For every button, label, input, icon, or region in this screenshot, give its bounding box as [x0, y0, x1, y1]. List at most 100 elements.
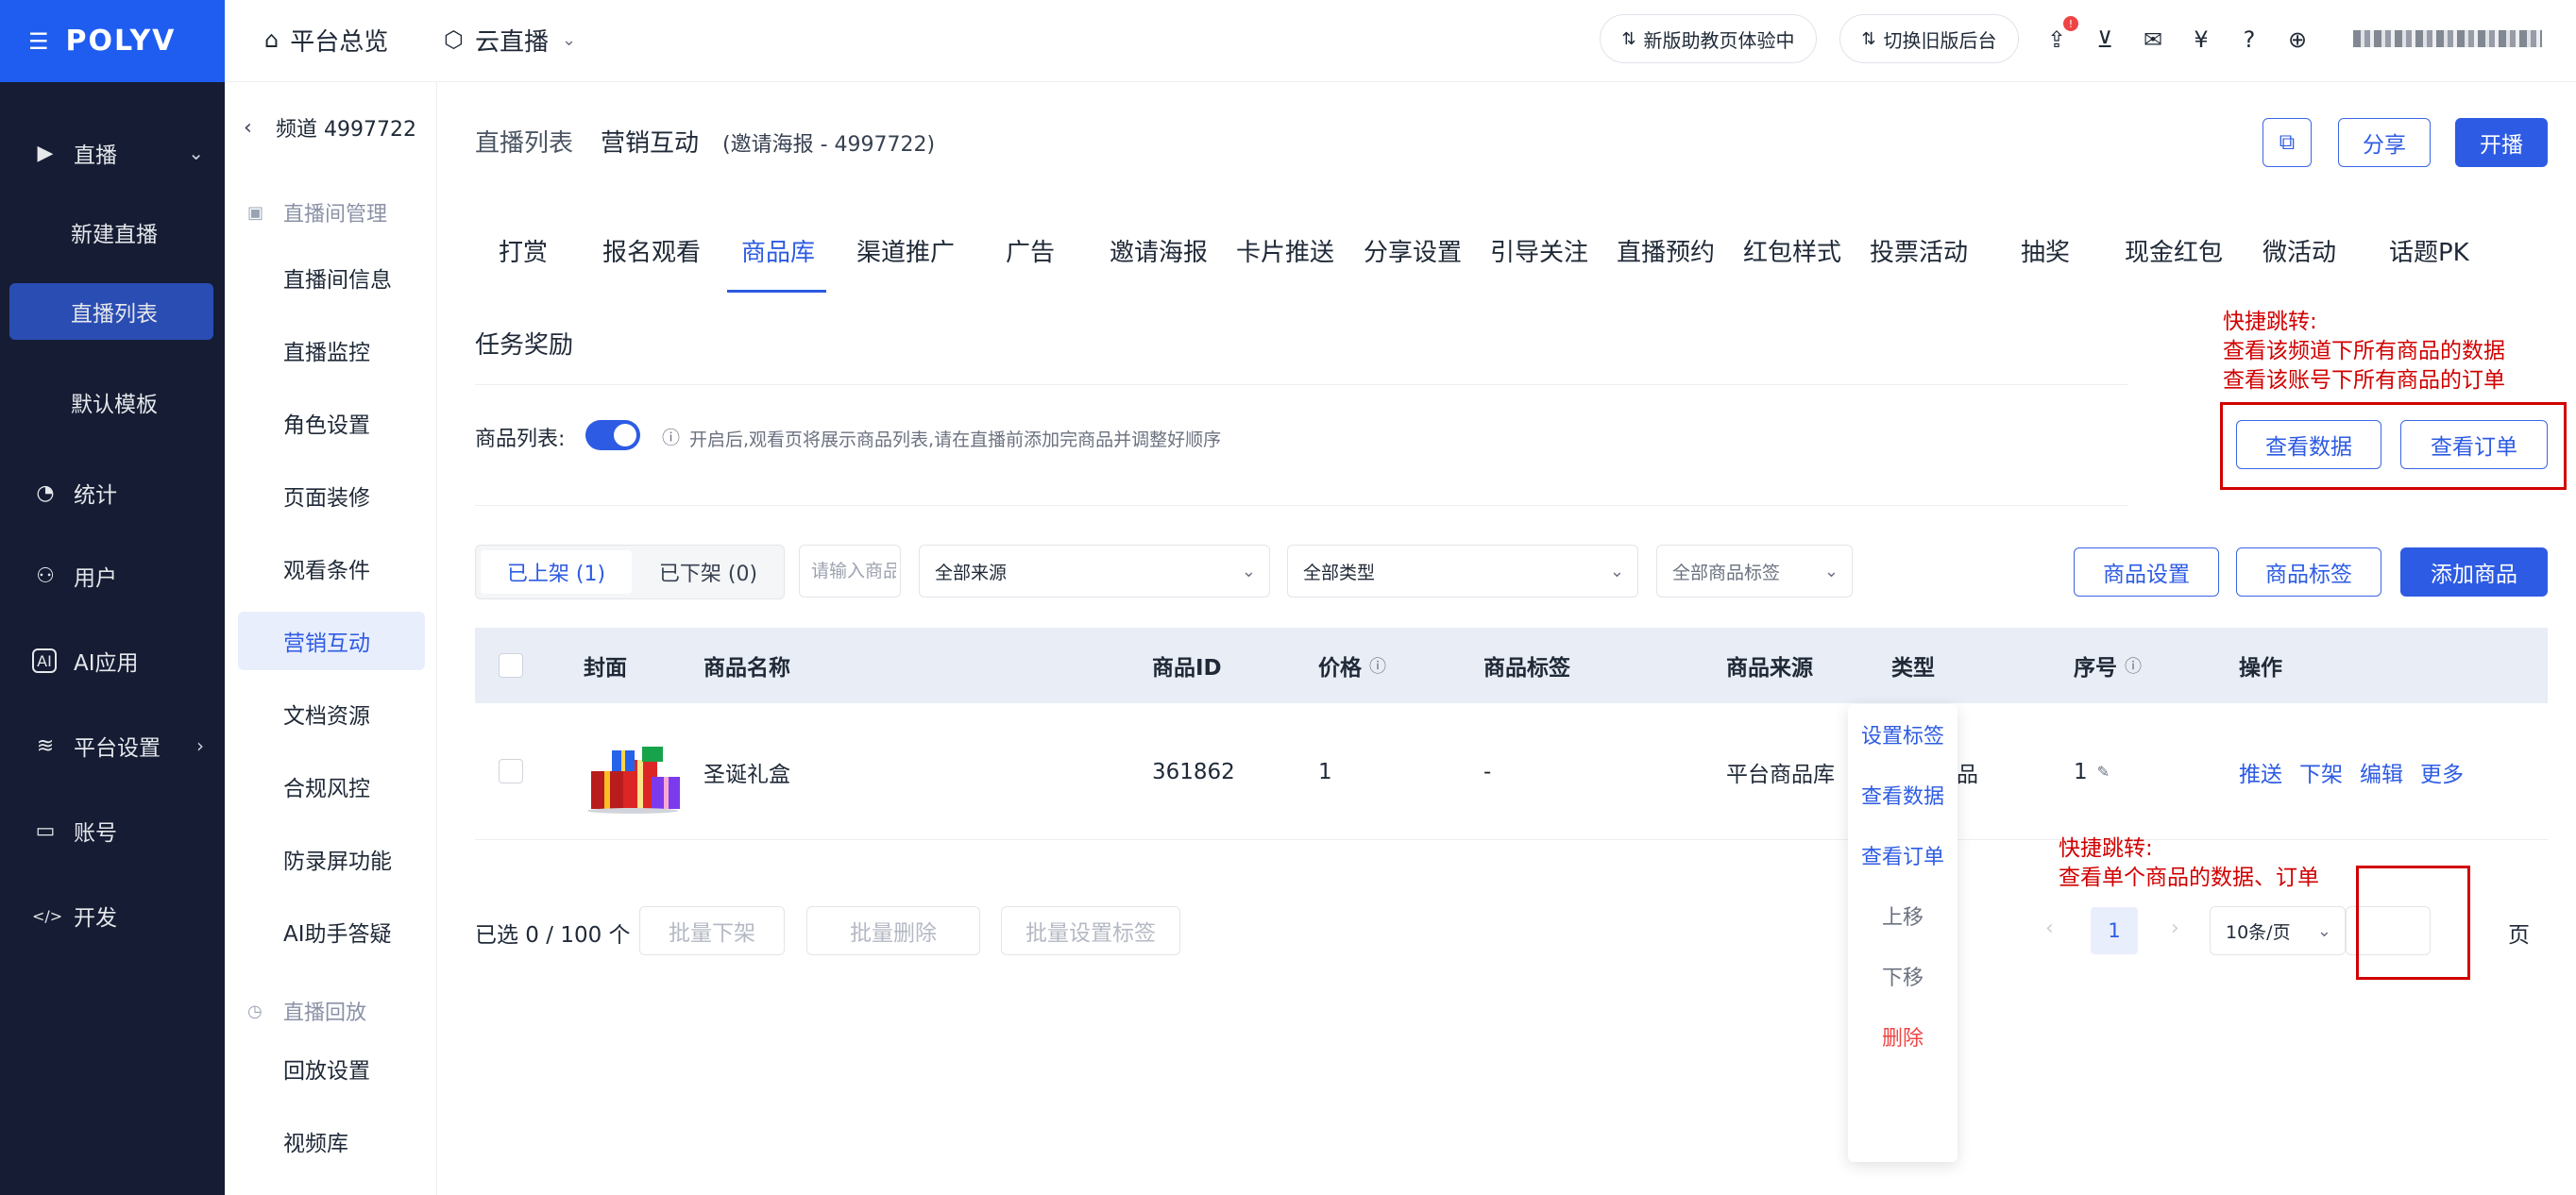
sec-item-compliance[interactable]: 合规风控: [225, 757, 437, 816]
push-link[interactable]: 推送: [2239, 756, 2282, 788]
nav-live[interactable]: ▶ 直播 ⌄: [0, 125, 225, 181]
prev-page-icon[interactable]: ‹: [2045, 917, 2054, 940]
product-price: 1: [1318, 759, 1332, 784]
platform-overview-link[interactable]: ⌂ 平台总览: [264, 19, 388, 60]
tab-15[interactable]: 话题PK: [2389, 233, 2469, 268]
share-button[interactable]: 分享: [2338, 118, 2431, 167]
copy-button[interactable]: ⧉: [2262, 118, 2312, 167]
sec-item-watch-conditions[interactable]: 观看条件: [225, 539, 437, 598]
nav-stats-label: 统计: [74, 483, 117, 508]
annotation-bottom-title: 快捷跳转:: [2059, 836, 2153, 861]
nav-platform-settings[interactable]: ≋ 平台设置 ›: [0, 717, 225, 774]
sec-item-label: 防录屏功能: [283, 850, 392, 874]
help-icon[interactable]: ?: [2235, 24, 2263, 56]
start-live-button[interactable]: 开播: [2455, 118, 2548, 167]
tab-2[interactable]: 商品库: [741, 233, 815, 268]
tab-6[interactable]: 卡片推送: [1236, 233, 1334, 268]
tag-select[interactable]: 全部商品标签 ⌄: [1656, 545, 1853, 598]
product-order-value: 1: [2074, 759, 2088, 784]
nav-account[interactable]: ▭ 账号: [0, 802, 225, 859]
nav-default-template-label: 默认模板: [71, 393, 158, 417]
nav-new-live[interactable]: 新建直播: [0, 204, 225, 261]
brand-logo[interactable]: POLYV: [66, 25, 177, 58]
breadcrumb-current: 营销互动: [601, 129, 700, 158]
sec-item-room-info[interactable]: 直播间信息: [225, 248, 437, 307]
old-backend-pill[interactable]: ⇅ 切换旧版后台: [1839, 14, 2019, 63]
tab-5[interactable]: 邀请海报: [1110, 233, 1208, 268]
goods-tag-button[interactable]: 商品标签: [2236, 547, 2381, 597]
sec-item-video-library[interactable]: 视频库: [225, 1112, 437, 1170]
page-size-select[interactable]: 10条/页 ⌄: [2210, 906, 2346, 955]
mail-icon[interactable]: ✉: [2139, 24, 2167, 56]
select-all-checkbox[interactable]: [499, 653, 523, 678]
tab-14[interactable]: 微活动: [2262, 233, 2336, 268]
sec-item-ai-assistant[interactable]: AI助手答疑: [225, 902, 437, 961]
page-1-button[interactable]: 1: [2091, 907, 2138, 954]
assistant-beta-pill[interactable]: ⇅ 新版助教页体验中: [1600, 14, 1817, 63]
type-select[interactable]: 全部类型 ⌄: [1287, 545, 1638, 598]
edit-link[interactable]: 编辑: [2360, 756, 2403, 788]
download-icon[interactable]: ⊻: [2091, 24, 2119, 56]
col-id: 商品ID: [1152, 656, 1222, 681]
active-tab-indicator: [727, 290, 826, 293]
sec-item-marketing[interactable]: 营销互动: [238, 612, 425, 670]
sec-item-label: 文档资源: [283, 704, 370, 729]
sec-item-page-decor[interactable]: 页面装修: [225, 466, 437, 525]
tab-off-shelf[interactable]: 已下架 (0): [636, 550, 780, 594]
group-live-room-label: 直播间管理: [283, 203, 388, 227]
tab-10[interactable]: 红包样式: [1743, 233, 1841, 268]
nav-stats[interactable]: ◔ 统计: [0, 464, 225, 521]
menu-view-data[interactable]: 查看数据: [1848, 765, 1957, 825]
globe-icon[interactable]: ⊕: [2283, 24, 2312, 56]
product-cover-image[interactable]: [585, 743, 684, 815]
channel-back[interactable]: ‹ 频道 4997722: [225, 109, 437, 146]
upload-icon[interactable]: ⇪!: [2042, 16, 2078, 56]
nav-default-template[interactable]: 默认模板: [0, 374, 225, 430]
menu-icon[interactable]: ☰: [28, 28, 49, 55]
row-checkbox[interactable]: [499, 759, 523, 783]
source-select[interactable]: 全部来源 ⌄: [919, 545, 1270, 598]
cloud-live-menu[interactable]: ⬡ 云直播 ⌄: [444, 19, 576, 60]
user-account-name[interactable]: [2353, 30, 2542, 47]
nav-users[interactable]: ⚇ 用户: [0, 547, 225, 604]
sec-item-monitor[interactable]: 直播监控: [225, 321, 437, 379]
nav-ai[interactable]: AI AI应用: [0, 632, 225, 689]
menu-move-down[interactable]: 下移: [1848, 946, 1957, 1006]
tab-11[interactable]: 投票活动: [1870, 233, 1968, 268]
next-page-icon[interactable]: ›: [2171, 917, 2179, 940]
sec-item-anti-record[interactable]: 防录屏功能: [225, 830, 437, 888]
menu-delete[interactable]: 删除: [1848, 1006, 1957, 1067]
notification-badge: !: [2063, 16, 2078, 31]
nav-dev[interactable]: </> 开发: [0, 887, 225, 944]
sec-item-documents[interactable]: 文档资源: [225, 684, 437, 743]
tab-13[interactable]: 现金红包: [2125, 233, 2223, 268]
menu-move-up[interactable]: 上移: [1848, 885, 1957, 946]
off-shelf-link[interactable]: 下架: [2299, 756, 2343, 788]
tab-4[interactable]: 广告: [1006, 233, 1055, 268]
tab-8[interactable]: 引导关注: [1490, 233, 1588, 268]
tab-7[interactable]: 分享设置: [1364, 233, 1462, 268]
batch-delete-button[interactable]: 批量删除: [806, 906, 980, 955]
batch-off-button[interactable]: 批量下架: [639, 906, 785, 955]
goods-settings-button[interactable]: 商品设置: [2074, 547, 2219, 597]
goods-list-toggle[interactable]: [585, 420, 640, 450]
breadcrumb-live-list[interactable]: 直播列表: [475, 124, 573, 159]
tab-1[interactable]: 报名观看: [602, 233, 701, 268]
tab-12[interactable]: 抽奖: [2021, 233, 2070, 268]
goods-list-label: 商品列表:: [475, 428, 566, 451]
currency-icon[interactable]: ¥: [2187, 24, 2215, 56]
menu-set-tag[interactable]: 设置标签: [1848, 704, 1957, 765]
tab-on-shelf[interactable]: 已上架 (1): [481, 550, 632, 594]
tab-9[interactable]: 直播预约: [1617, 233, 1715, 268]
batch-tag-button[interactable]: 批量设置标签: [1001, 906, 1180, 955]
sec-item-playback-settings[interactable]: 回放设置: [225, 1039, 437, 1098]
tab-3[interactable]: 渠道推广: [856, 233, 955, 268]
add-goods-button[interactable]: 添加商品: [2400, 547, 2548, 597]
nav-live-list[interactable]: 直播列表: [9, 283, 213, 340]
more-link[interactable]: 更多: [2420, 756, 2464, 788]
edit-icon[interactable]: ✎: [2097, 763, 2110, 781]
menu-view-orders[interactable]: 查看订单: [1848, 825, 1957, 885]
sec-item-roles[interactable]: 角色设置: [225, 394, 437, 452]
search-input[interactable]: [811, 561, 896, 581]
tab-0[interactable]: 打赏: [499, 233, 548, 268]
